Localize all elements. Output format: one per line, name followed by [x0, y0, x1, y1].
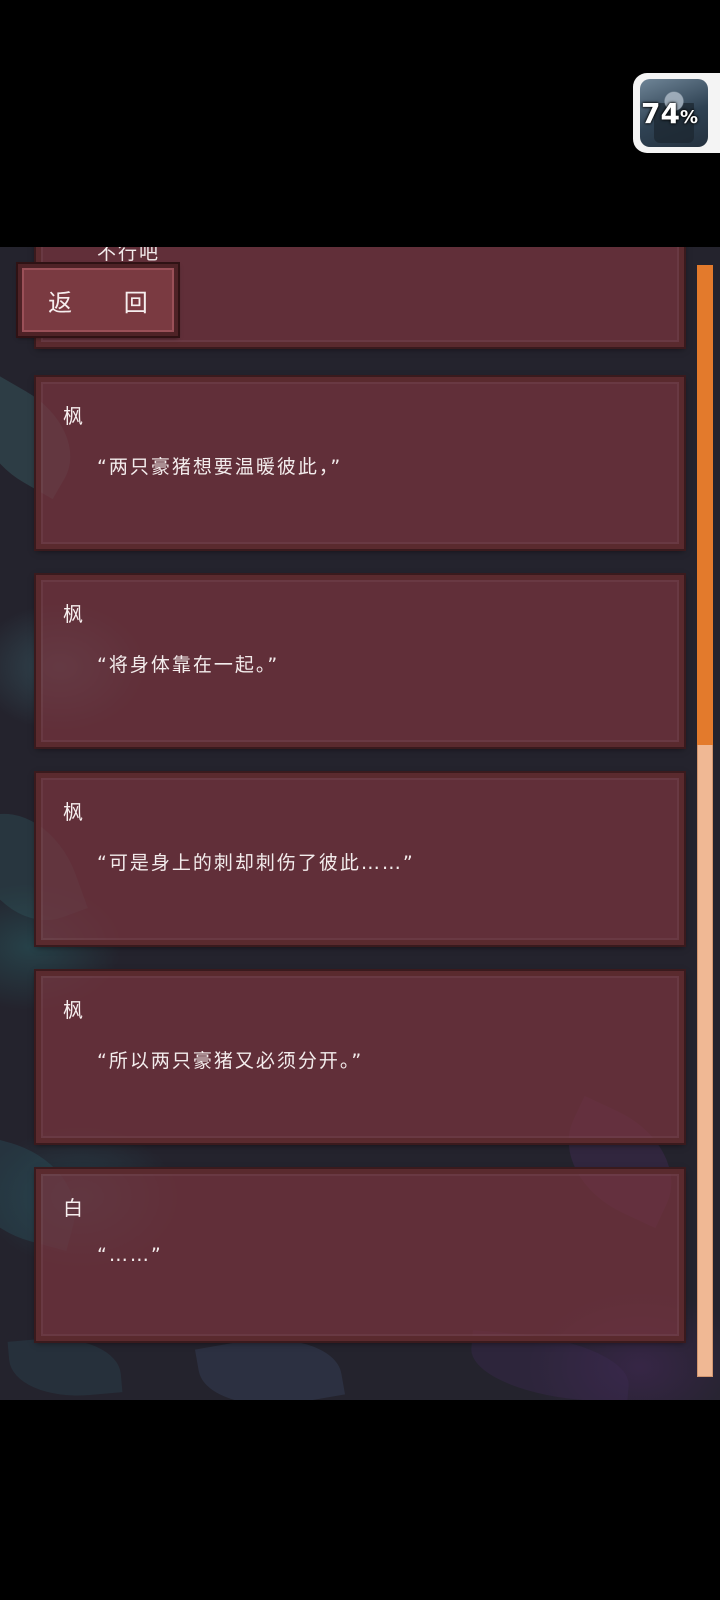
log-entry: 枫 “所以两只豪猪又必须分开。” [34, 969, 686, 1145]
log-entry-text: “将身体靠在一起。” [97, 654, 280, 676]
progress-percent: 74% [641, 97, 699, 130]
log-entry-text: “可是身上的刺却刺伤了彼此……” [97, 852, 415, 874]
leaf-decoration [7, 1332, 123, 1400]
speaker-name: 枫 [63, 800, 84, 824]
speaker-name: 白 [63, 1196, 84, 1220]
backlog-screen: 不行吧 枫 “两只豪猪想要温暖彼此，” 枫 “将身体靠在一起。” 枫 “可是身上… [0, 247, 720, 1400]
speaker-name: 枫 [63, 602, 84, 626]
log-entry-text: “……” [97, 1244, 163, 1266]
log-entry: 枫 “可是身上的刺却刺伤了彼此……” [34, 771, 686, 947]
progress-badge[interactable]: 74% [633, 73, 720, 153]
log-entry: 枫 “两只豪猪想要温暖彼此，” [34, 375, 686, 551]
speaker-name: 枫 [63, 404, 84, 428]
scrollbar-thumb[interactable] [697, 265, 713, 745]
log-entry-text: “所以两只豪猪又必须分开。” [97, 1050, 364, 1072]
log-entry: 白 “……” [34, 1167, 686, 1343]
back-button[interactable]: 返 回 [16, 262, 180, 338]
log-entry-text: “两只豪猪想要温暖彼此，” [97, 456, 343, 478]
log-entry: 枫 “将身体靠在一起。” [34, 573, 686, 749]
speaker-name: 枫 [63, 998, 84, 1022]
log-entry-text: 不行吧 [97, 247, 161, 264]
